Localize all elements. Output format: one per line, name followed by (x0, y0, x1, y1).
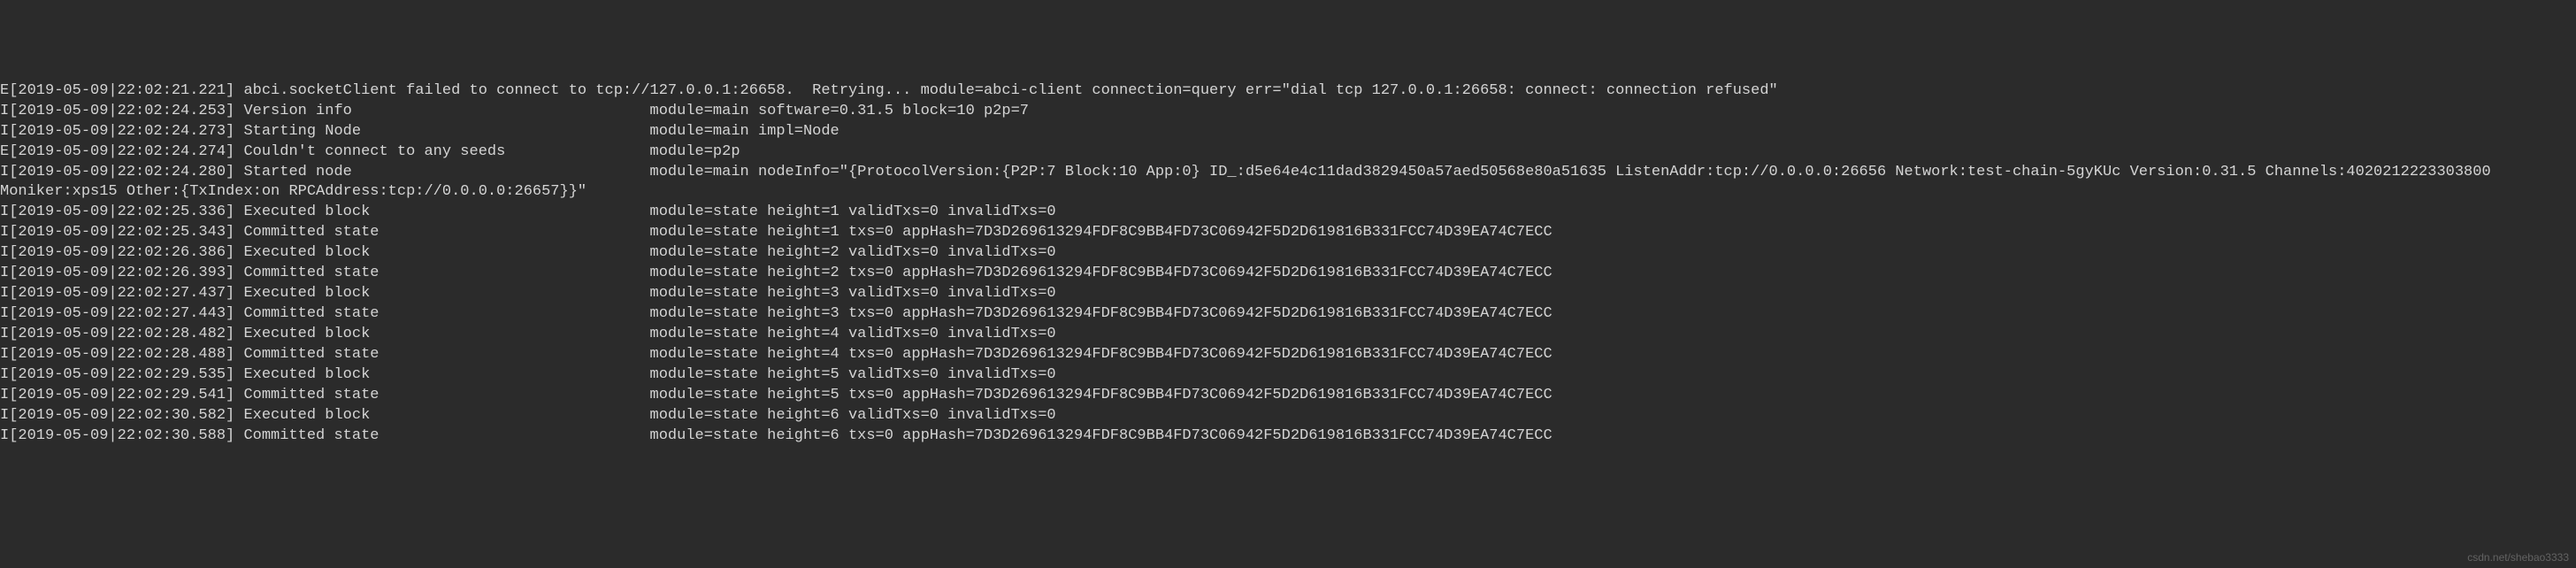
log-line: I[2019-05-09|22:02:27.443] Committed sta… (0, 304, 2576, 325)
terminal-output[interactable]: E[2019-05-09|22:02:21.221] abci.socketCl… (0, 81, 2576, 447)
log-line: I[2019-05-09|22:02:26.393] Committed sta… (0, 264, 2576, 284)
log-line: I[2019-05-09|22:02:24.273] Starting Node… (0, 122, 2576, 142)
log-line: I[2019-05-09|22:02:25.343] Committed sta… (0, 223, 2576, 243)
log-line: I[2019-05-09|22:02:29.535] Executed bloc… (0, 365, 2576, 386)
log-line: E[2019-05-09|22:02:21.221] abci.socketCl… (0, 81, 2576, 102)
log-line: I[2019-05-09|22:02:24.253] Version info … (0, 102, 2576, 122)
watermark-text: csdn.net/shebao3333 (2467, 550, 2569, 564)
log-line: I[2019-05-09|22:02:30.588] Committed sta… (0, 426, 2576, 447)
log-line: I[2019-05-09|22:02:28.482] Executed bloc… (0, 325, 2576, 345)
log-line: I[2019-05-09|22:02:27.437] Executed bloc… (0, 284, 2576, 304)
log-line: I[2019-05-09|22:02:26.386] Executed bloc… (0, 243, 2576, 264)
log-line: I[2019-05-09|22:02:24.280] Started node … (0, 163, 2576, 203)
log-line: I[2019-05-09|22:02:30.582] Executed bloc… (0, 406, 2576, 426)
log-line: I[2019-05-09|22:02:28.488] Committed sta… (0, 345, 2576, 365)
log-line: I[2019-05-09|22:02:29.541] Committed sta… (0, 386, 2576, 406)
log-line: E[2019-05-09|22:02:24.274] Couldn't conn… (0, 142, 2576, 163)
log-line: I[2019-05-09|22:02:25.336] Executed bloc… (0, 203, 2576, 223)
